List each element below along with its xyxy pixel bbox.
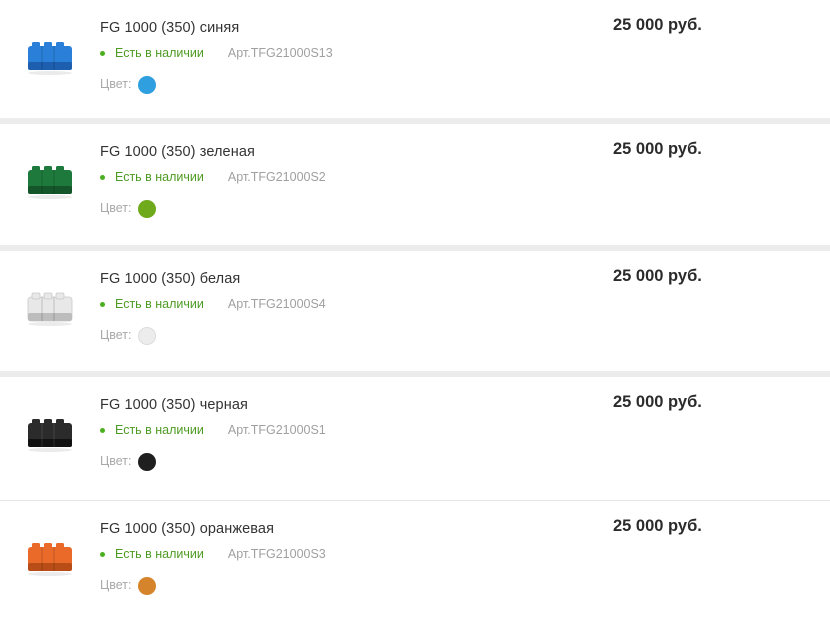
product-image[interactable] [22,529,78,585]
availability-dot-icon [100,427,105,433]
article-number: Арт.TFG21000S2 [227,170,326,184]
product-name[interactable]: FG 1000 (350) оранжевая [100,521,274,537]
availability-row: Есть в наличии Арт.TFG21000S2 [100,170,326,184]
product-price: 25 000 руб. [613,16,702,34]
product-name[interactable]: FG 1000 (350) синяя [100,20,239,36]
availability-status: Есть в наличии [115,423,204,437]
article-number: Арт.TFG21000S13 [227,46,333,60]
article-number: Арт.TFG21000S3 [227,547,326,561]
product-image[interactable] [22,279,78,335]
availability-status: Есть в наличии [115,46,204,60]
tank-icon [28,543,72,576]
availability-dot-icon [100,50,105,56]
color-row: Цвет: [100,325,157,345]
product-name[interactable]: FG 1000 (350) белая [100,271,240,287]
product-price: 25 000 руб. [613,517,702,535]
availability-row: Есть в наличии Арт.TFG21000S1 [100,423,326,437]
color-swatch[interactable] [138,327,157,345]
color-swatch[interactable] [138,200,157,218]
product-item[interactable]: FG 1000 (350) оранжевая Есть в наличии А… [0,501,830,619]
color-label: Цвет: [100,578,132,592]
availability-status: Есть в наличии [115,547,204,561]
availability-row: Есть в наличии Арт.TFG21000S13 [100,46,333,60]
product-item[interactable]: FG 1000 (350) черная Есть в наличии Арт.… [0,377,830,500]
availability-dot-icon [100,174,105,180]
product-item[interactable]: FG 1000 (350) синяя Есть в наличии Арт.T… [0,0,830,118]
product-price: 25 000 руб. [613,393,702,411]
availability-row: Есть в наличии Арт.TFG21000S3 [100,547,326,561]
color-row: Цвет: [100,198,157,218]
tank-icon [28,419,72,452]
availability-status: Есть в наличии [115,297,204,311]
product-item[interactable]: FG 1000 (350) зеленая Есть в наличии Арт… [0,124,830,245]
availability-dot-icon [100,551,105,557]
color-label: Цвет: [100,454,132,468]
product-name[interactable]: FG 1000 (350) зеленая [100,144,255,160]
product-name[interactable]: FG 1000 (350) черная [100,397,248,413]
product-item[interactable]: FG 1000 (350) белая Есть в наличии Арт.T… [0,251,830,371]
color-row: Цвет: [100,74,157,94]
tank-icon [27,292,73,326]
tank-icon [28,166,72,199]
color-row: Цвет: [100,451,157,471]
product-image[interactable] [22,152,78,208]
color-label: Цвет: [100,328,132,342]
color-swatch[interactable] [138,76,157,94]
article-number: Арт.TFG21000S4 [227,297,326,311]
color-swatch[interactable] [138,577,157,595]
color-swatch[interactable] [138,453,157,471]
product-price: 25 000 руб. [613,140,702,158]
product-image[interactable] [22,28,78,84]
article-number: Арт.TFG21000S1 [227,423,326,437]
tank-icon [28,42,72,75]
color-label: Цвет: [100,201,132,215]
product-image[interactable] [22,405,78,461]
availability-status: Есть в наличии [115,170,204,184]
color-label: Цвет: [100,77,132,91]
product-price: 25 000 руб. [613,267,702,285]
color-row: Цвет: [100,575,157,595]
availability-dot-icon [100,301,105,307]
availability-row: Есть в наличии Арт.TFG21000S4 [100,297,326,311]
product-list: FG 1000 (350) синяя Есть в наличии Арт.T… [0,0,830,619]
